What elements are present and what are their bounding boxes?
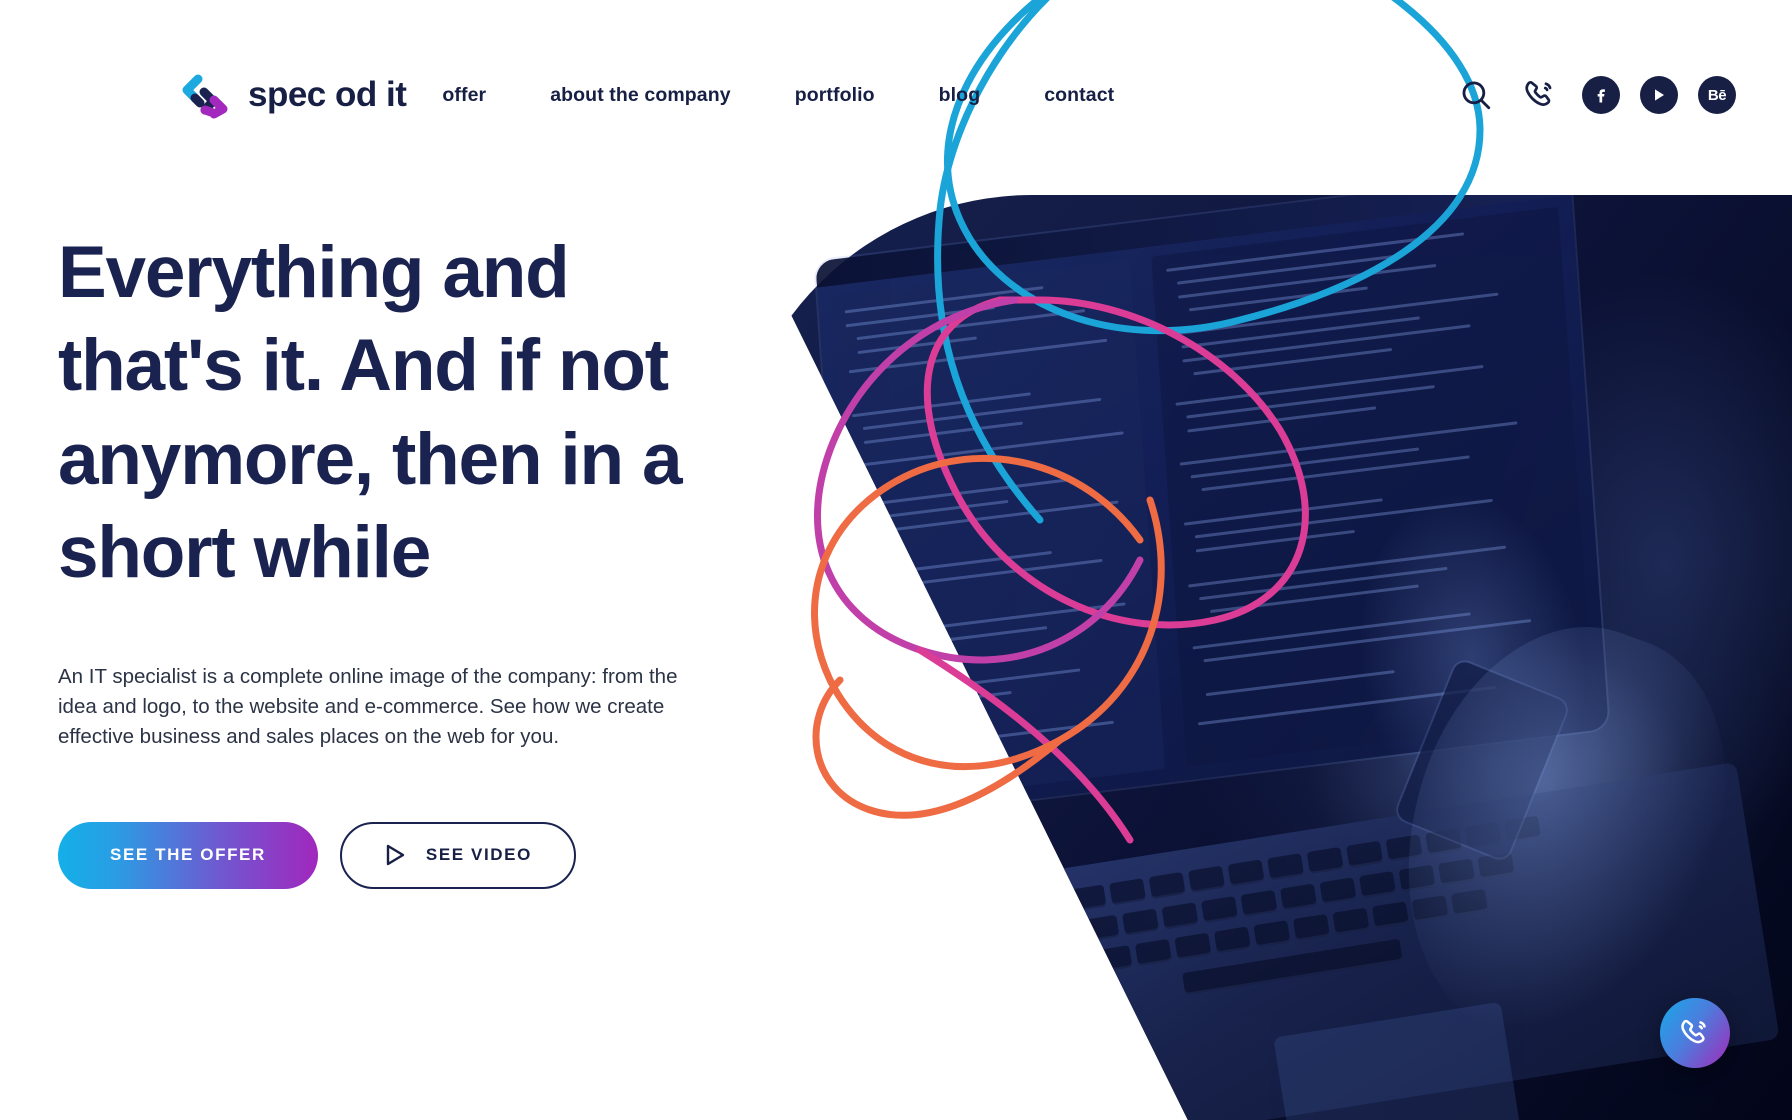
main-navigation: offer about the company portfolio blog c… bbox=[442, 84, 1114, 107]
hero-description: An IT specialist is a complete online im… bbox=[58, 664, 678, 748]
nav-item-about-the-company[interactable]: about the company bbox=[550, 84, 730, 107]
nav-item-portfolio[interactable]: portfolio bbox=[795, 84, 875, 107]
site-header: spec od it offer about the company portf… bbox=[0, 0, 1792, 190]
behance-icon[interactable]: Bē bbox=[1698, 76, 1736, 114]
search-icon[interactable] bbox=[1454, 73, 1498, 117]
youtube-play-icon[interactable] bbox=[1640, 76, 1678, 114]
nav-item-offer[interactable]: offer bbox=[442, 84, 486, 107]
hero-cta-row: SEE THE OFFER SEE VIDEO bbox=[58, 821, 758, 889]
orange-curve-bottom bbox=[812, 676, 1064, 819]
facebook-icon[interactable] bbox=[1582, 76, 1620, 114]
nav-item-blog[interactable]: blog bbox=[939, 84, 981, 107]
behance-label: Bē bbox=[1707, 86, 1727, 104]
hero-content: Everything and that's it. And if not any… bbox=[58, 226, 758, 889]
brand-logo[interactable]: spec od it bbox=[178, 71, 407, 119]
see-video-button[interactable]: SEE VIDEO bbox=[339, 821, 576, 889]
double-chevron-logo-icon bbox=[178, 71, 234, 119]
nav-item-contact[interactable]: contact bbox=[1044, 84, 1114, 107]
header-actions: Bē bbox=[1434, 73, 1736, 117]
magenta-curve-left bbox=[814, 296, 1144, 664]
brand-name: spec od it bbox=[248, 75, 407, 114]
orange-curve-top bbox=[916, 455, 1144, 544]
magenta-curve bbox=[923, 296, 1309, 629]
page-title: Everything and that's it. And if not any… bbox=[58, 232, 683, 594]
see-the-offer-button[interactable]: SEE THE OFFER bbox=[58, 821, 318, 889]
landing-page: spec od it offer about the company portf… bbox=[0, 0, 1792, 1120]
play-triangle-icon bbox=[384, 843, 406, 867]
floating-call-button[interactable] bbox=[1660, 998, 1730, 1068]
phone-call-icon bbox=[1681, 1019, 1706, 1044]
phone-call-icon[interactable] bbox=[1518, 73, 1562, 117]
see-video-label: SEE VIDEO bbox=[425, 845, 532, 865]
magenta-curve-tail bbox=[916, 646, 1134, 844]
